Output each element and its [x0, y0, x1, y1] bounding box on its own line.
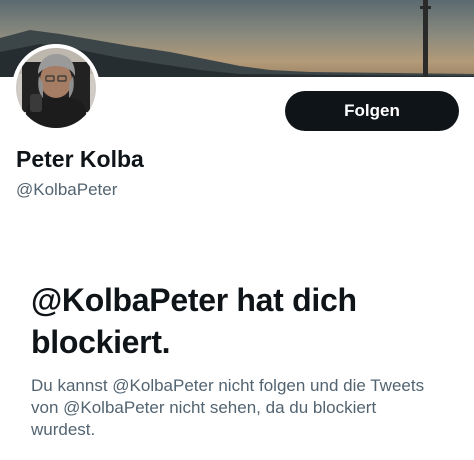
follow-button-label: Folgen	[344, 101, 400, 120]
blocked-description: Du kannst @KolbaPeter nicht folgen und d…	[31, 376, 425, 439]
profile-page: Folgen Peter Kolba @KolbaPeter @KolbaPet…	[0, 0, 474, 460]
profile-display-name: Peter Kolba	[16, 146, 144, 172]
blocked-title: @KolbaPeter hat dich blockiert.	[31, 282, 357, 360]
follow-button[interactable]: Folgen	[285, 91, 459, 131]
avatar[interactable]	[12, 44, 100, 132]
profile-photo	[12, 44, 100, 132]
profile-handle: @KolbaPeter	[16, 180, 118, 199]
